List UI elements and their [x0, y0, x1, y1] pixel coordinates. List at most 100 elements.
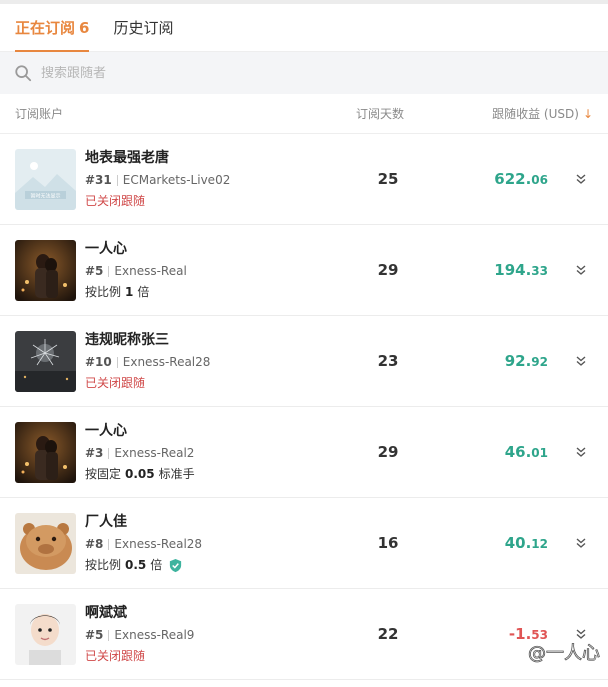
status-value: 0.5 — [125, 558, 147, 572]
tab-current-subscriptions[interactable]: 正在订阅 6 — [15, 17, 90, 52]
account-info: 厂人佳 #8 Exness-Real28 按比例 0.5 倍 — [85, 513, 340, 573]
search-input[interactable] — [41, 65, 441, 81]
profit-dec: 33 — [531, 264, 548, 278]
subscription-days: 22 — [377, 625, 399, 643]
divider — [116, 174, 118, 186]
account-info: 一人心 #3 Exness-Real2 按固定 0.05 标准手 — [85, 422, 340, 482]
account-name: 一人心 — [85, 423, 127, 439]
follow-status: 已关闭跟随 — [85, 194, 146, 208]
account-name: 违规昵称张三 — [85, 332, 169, 348]
divider — [116, 356, 118, 368]
table-header: 订阅账户 订阅天数 跟随收益 (USD) ↓ — [0, 94, 608, 134]
table-row[interactable]: 违规昵称张三 #10 Exness-Real28 已关闭跟随 23 92.92 — [0, 316, 608, 407]
account-server: Exness-Real28 — [114, 537, 203, 551]
account-name: 一人心 — [85, 241, 127, 257]
follow-status: 按固定 0.05 标准手 — [85, 466, 340, 482]
account-info: 违规昵称张三 #10 Exness-Real28 已关闭跟随 — [85, 331, 340, 391]
double-chevron-down-icon[interactable] — [574, 536, 588, 550]
avatar-placeholder-text: 暂时无法显示 — [30, 192, 60, 199]
double-chevron-down-icon[interactable] — [574, 263, 588, 277]
profit-dec: 92 — [531, 355, 548, 369]
tab-label: 正在订阅 — [15, 19, 76, 37]
account-meta: #10 Exness-Real28 — [85, 354, 340, 370]
account-meta: #31 ECMarkets-Live02 — [85, 172, 340, 188]
profit-int: 622. — [494, 170, 532, 188]
subscription-days: 29 — [377, 261, 399, 279]
search-bar — [0, 52, 608, 94]
follow-status: 按比例 0.5 倍 — [85, 557, 340, 573]
status-prefix: 按固定 — [85, 467, 122, 481]
avatar — [15, 603, 76, 665]
status-suffix: 倍 — [150, 558, 163, 572]
account-name: 啊斌斌 — [85, 605, 127, 621]
status-value: 0.05 — [125, 467, 155, 481]
table-row[interactable]: 一人心 #5 Exness-Real 按比例 1 倍 29 194.33 — [0, 225, 608, 316]
account-rank: #10 — [85, 355, 112, 369]
follow-status: 按比例 1 倍 — [85, 284, 340, 300]
profit-int: 40. — [504, 534, 532, 552]
profit-dec: 06 — [531, 173, 548, 187]
account-meta: #5 Exness-Real — [85, 263, 340, 279]
tab-count: 6 — [79, 19, 90, 37]
subscription-days: 29 — [377, 443, 399, 461]
column-days: 订阅天数 — [355, 107, 404, 121]
account-meta: #3 Exness-Real2 — [85, 445, 340, 461]
account-rank: #31 — [85, 173, 112, 187]
avatar — [15, 421, 76, 483]
watermark: @一人心 — [528, 643, 601, 665]
subscription-days: 25 — [377, 170, 399, 188]
follow-profit: 622.06 — [494, 170, 548, 188]
table-row[interactable]: 厂人佳 #8 Exness-Real28 按比例 0.5 倍 16 40.12 — [0, 498, 608, 589]
follow-profit: 46.01 — [505, 443, 548, 461]
profit-int: 194. — [494, 261, 532, 279]
profit-int: 46. — [504, 443, 532, 461]
account-server: Exness-Real28 — [122, 355, 211, 369]
tab-label: 历史订阅 — [113, 19, 174, 37]
account-server: Exness-Real — [114, 264, 187, 278]
status-suffix: 标准手 — [158, 467, 195, 481]
status-prefix: 按比例 — [85, 558, 122, 572]
profit-dec: 12 — [531, 537, 548, 551]
avatar — [15, 239, 76, 301]
divider — [108, 265, 110, 277]
follow-status: 已关闭跟随 — [85, 376, 146, 390]
divider — [108, 538, 110, 550]
avatar — [15, 512, 76, 574]
double-chevron-down-icon[interactable] — [574, 445, 588, 459]
subscription-days: 23 — [377, 352, 399, 370]
follow-profit: 40.12 — [505, 534, 548, 552]
table-row[interactable]: 暂时无法显示 地表最强老唐 #31 ECMarkets-Live02 已关闭跟随 … — [0, 134, 608, 225]
tab-history-subscriptions[interactable]: 历史订阅 — [113, 17, 173, 51]
account-rank: #8 — [85, 537, 104, 551]
double-chevron-down-icon[interactable] — [574, 172, 588, 186]
account-meta: #8 Exness-Real28 — [85, 536, 340, 552]
column-profit-label: 跟随收益 (USD) — [492, 107, 579, 121]
subscription-days: 16 — [377, 534, 399, 552]
profit-dec: 01 — [531, 446, 548, 460]
divider — [108, 629, 110, 641]
double-chevron-down-icon[interactable] — [574, 354, 588, 368]
table-row[interactable]: 一人心 #3 Exness-Real2 按固定 0.05 标准手 29 46.01 — [0, 407, 608, 498]
account-name: 地表最强老唐 — [85, 150, 169, 166]
account-server: Exness-Real9 — [114, 628, 195, 642]
profit-int: 92. — [504, 352, 532, 370]
avatar: 暂时无法显示 — [15, 148, 76, 210]
search-icon — [15, 65, 32, 82]
subscription-tabs: 正在订阅 6 历史订阅 — [0, 4, 608, 52]
verified-shield-icon — [170, 558, 182, 572]
account-server: ECMarkets-Live02 — [122, 173, 231, 187]
follow-status: 已关闭跟随 — [85, 649, 146, 663]
status-prefix: 按比例 — [85, 285, 122, 299]
column-account: 订阅账户 — [15, 107, 64, 121]
account-info: 一人心 #5 Exness-Real 按比例 1 倍 — [85, 240, 340, 300]
column-profit[interactable]: 跟随收益 (USD) ↓ — [420, 105, 608, 122]
account-name: 厂人佳 — [85, 514, 127, 530]
account-meta: #5 Exness-Real9 — [85, 627, 340, 643]
divider — [108, 447, 110, 459]
account-server: Exness-Real2 — [114, 446, 195, 460]
table-row[interactable]: 啊斌斌 #5 Exness-Real9 已关闭跟随 22 -1.53 — [0, 589, 608, 680]
account-rank: #3 — [85, 446, 104, 460]
status-suffix: 倍 — [137, 285, 150, 299]
account-rank: #5 — [85, 628, 104, 642]
status-value: 1 — [125, 285, 134, 299]
